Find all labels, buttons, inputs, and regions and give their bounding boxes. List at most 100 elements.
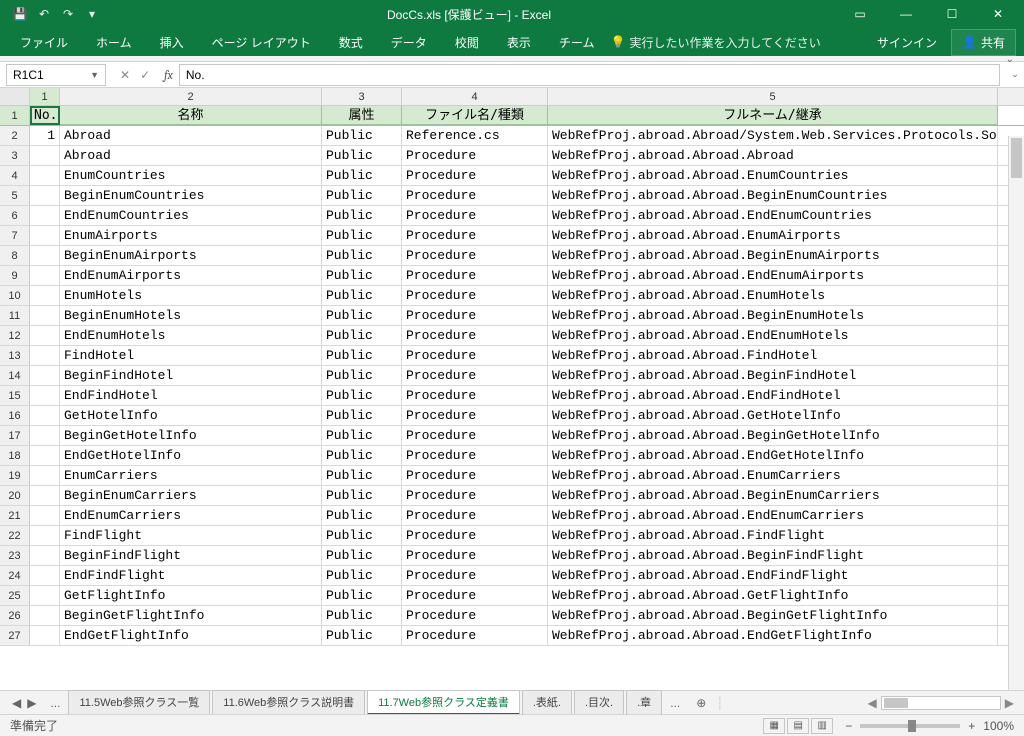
cell[interactable]: Procedure [402,566,548,585]
sheet-tab[interactable]: 11.6Web参照クラス説明書 [212,690,365,715]
cell[interactable]: Public [322,246,402,265]
signin-button[interactable]: サインイン [867,30,947,55]
cell[interactable] [30,326,60,345]
row-header[interactable]: 16 [0,406,30,425]
horizontal-scrollbar[interactable]: ◀ ▶ [726,696,1019,710]
tab-file[interactable]: ファイル [8,30,80,55]
cancel-icon[interactable]: ✕ [120,68,130,82]
cell[interactable]: Public [322,406,402,425]
sheet-next-icon[interactable]: ▶ [27,696,36,710]
cell[interactable]: Public [322,586,402,605]
undo-icon[interactable]: ↶ [36,6,52,22]
cell[interactable]: Procedure [402,446,548,465]
cell[interactable]: Procedure [402,226,548,245]
cell[interactable]: EndGetFlightInfo [60,626,322,645]
cell[interactable] [30,626,60,645]
cell[interactable] [30,226,60,245]
cell[interactable]: Public [322,386,402,405]
cell[interactable] [30,406,60,425]
cell[interactable]: GetHotelInfo [60,406,322,425]
row-header[interactable]: 6 [0,206,30,225]
cell[interactable]: WebRefProj.abroad.Abroad.BeginEnumCarrie… [548,486,998,505]
header-cell[interactable]: ファイル名/種類 [402,106,548,125]
normal-view-icon[interactable]: ▦ [763,718,785,734]
enter-icon[interactable]: ✓ [140,68,150,82]
row-header[interactable]: 5 [0,186,30,205]
cell[interactable]: WebRefProj.abroad.Abroad.EnumHotels [548,286,998,305]
cell[interactable]: Procedure [402,246,548,265]
column-header[interactable]: 5 [548,88,998,105]
header-cell[interactable]: No. [30,106,60,125]
cell[interactable]: Procedure [402,206,548,225]
cell[interactable]: EndGetHotelInfo [60,446,322,465]
cell[interactable]: Public [322,526,402,545]
cell[interactable]: GetFlightInfo [60,586,322,605]
tab-page-layout[interactable]: ページ レイアウト [200,30,323,55]
page-layout-view-icon[interactable]: ▤ [787,718,809,734]
row-header[interactable]: 15 [0,386,30,405]
cell[interactable]: WebRefProj.abroad.Abroad.Abroad [548,146,998,165]
row-header[interactable]: 1 [0,106,30,125]
tab-home[interactable]: ホーム [84,30,144,55]
cell[interactable]: WebRefProj.abroad.Abroad/System.Web.Serv… [548,126,998,145]
cell[interactable]: Public [322,306,402,325]
cell[interactable]: Procedure [402,546,548,565]
cell[interactable]: Public [322,606,402,625]
customize-qat-icon[interactable]: ▾ [84,6,100,22]
cell[interactable]: Reference.cs [402,126,548,145]
cell[interactable]: Public [322,206,402,225]
cell[interactable]: Public [322,146,402,165]
row-header[interactable]: 21 [0,506,30,525]
sheet-tab[interactable]: .表紙. [522,690,572,715]
column-header[interactable]: 2 [60,88,322,105]
cell[interactable]: WebRefProj.abroad.Abroad.EndGetFlightInf… [548,626,998,645]
tab-data[interactable]: データ [379,30,439,55]
cell[interactable] [30,246,60,265]
fx-icon[interactable]: fx [158,68,179,82]
save-icon[interactable]: 💾 [12,6,28,22]
tab-team[interactable]: チーム [547,30,607,55]
cell[interactable]: Public [322,186,402,205]
cell[interactable]: Public [322,346,402,365]
cell[interactable]: WebRefProj.abroad.Abroad.EndEnumCountrie… [548,206,998,225]
cell[interactable]: Abroad [60,126,322,145]
chevron-down-icon[interactable]: ▼ [90,70,99,80]
cell[interactable]: WebRefProj.abroad.Abroad.EnumCarriers [548,466,998,485]
cell[interactable]: Public [322,466,402,485]
cell[interactable]: Public [322,126,402,145]
cell[interactable]: EndFindHotel [60,386,322,405]
scrollbar-thumb[interactable] [884,698,908,708]
sheet-tab[interactable]: .章 [626,690,662,715]
cell[interactable] [30,266,60,285]
cell[interactable]: WebRefProj.abroad.Abroad.BeginGetHotelIn… [548,426,998,445]
page-break-view-icon[interactable]: ▥ [811,718,833,734]
cell[interactable]: BeginEnumAirports [60,246,322,265]
cell[interactable] [30,466,60,485]
cell[interactable] [30,286,60,305]
scrollbar-thumb[interactable] [1011,138,1022,178]
cell[interactable] [30,346,60,365]
cell[interactable]: WebRefProj.abroad.Abroad.GetFlightInfo [548,586,998,605]
cell[interactable] [30,506,60,525]
cell[interactable]: EndEnumCountries [60,206,322,225]
row-header[interactable]: 20 [0,486,30,505]
cell[interactable]: WebRefProj.abroad.Abroad.EndGetHotelInfo [548,446,998,465]
select-all-corner[interactable] [0,88,30,105]
cell[interactable]: WebRefProj.abroad.Abroad.BeginEnumHotels [548,306,998,325]
name-box[interactable]: R1C1 ▼ [6,64,106,86]
sheet-tab[interactable]: 11.7Web参照クラス定義書 [367,690,520,715]
row-header[interactable]: 7 [0,226,30,245]
row-header[interactable]: 8 [0,246,30,265]
header-cell[interactable]: 属性 [322,106,402,125]
cell[interactable]: Procedure [402,626,548,645]
cell[interactable]: Procedure [402,166,548,185]
cell[interactable]: EnumCarriers [60,466,322,485]
column-header[interactable]: 1 [30,88,60,105]
header-cell[interactable]: 名称 [60,106,322,125]
cell[interactable]: Public [322,326,402,345]
sheet-prev-icon[interactable]: ◀ [12,696,21,710]
cell[interactable]: BeginEnumCountries [60,186,322,205]
cell[interactable]: BeginGetFlightInfo [60,606,322,625]
cell[interactable]: WebRefProj.abroad.Abroad.FindHotel [548,346,998,365]
cell[interactable]: EndEnumHotels [60,326,322,345]
